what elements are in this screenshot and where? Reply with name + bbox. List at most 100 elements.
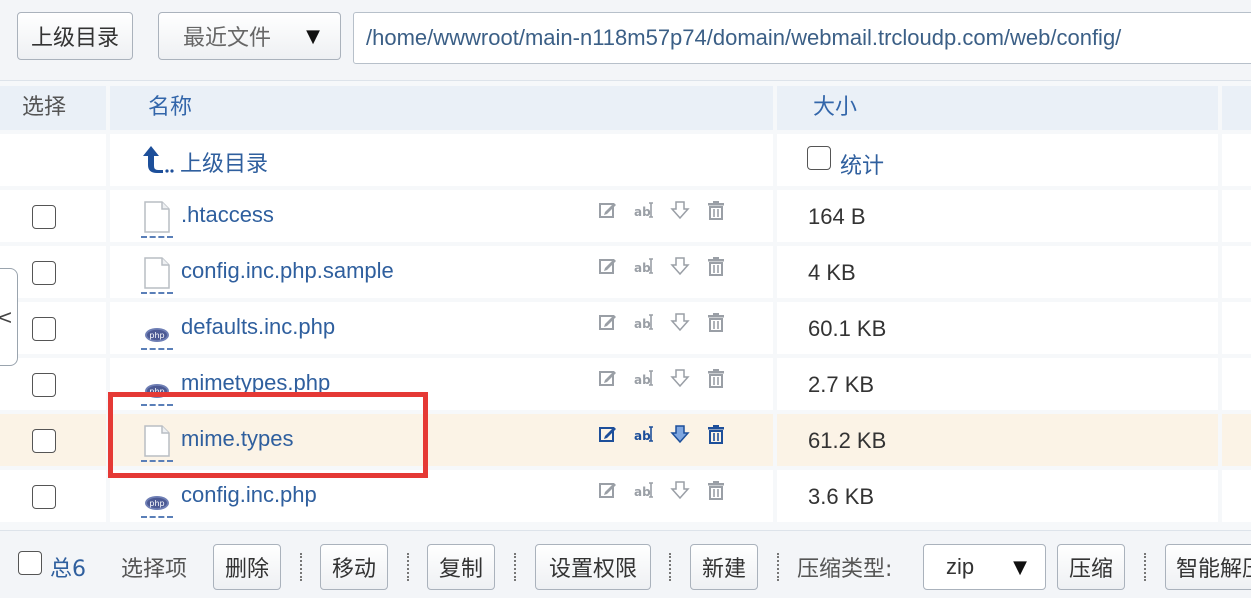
row-actions: ab <box>598 480 726 500</box>
row-actions: ab <box>598 368 726 388</box>
delete-icon[interactable] <box>706 256 726 276</box>
separator <box>777 553 779 581</box>
file-row[interactable]: php defaults.inc.php ab 60.1 KB <box>0 302 1251 358</box>
svg-text:ab: ab <box>634 205 651 219</box>
svg-text:php: php <box>149 331 164 340</box>
parent-directory-row: 上级目录 统计 <box>0 134 1251 190</box>
edit-icon[interactable] <box>598 480 618 500</box>
footer-toolbar: 总6 选择项 删除 移动 复制 设置权限 新建 压缩类型: zip ▼ 压缩 智… <box>0 530 1251 598</box>
svg-text:ab: ab <box>634 373 651 387</box>
icon-underline <box>141 292 173 294</box>
row-checkbox[interactable] <box>32 373 56 397</box>
edit-icon[interactable] <box>598 200 618 220</box>
parent-directory-link[interactable]: 上级目录 <box>180 146 268 178</box>
recent-files-label: 最近文件 <box>183 26 272 51</box>
row-actions: ab <box>598 424 726 444</box>
file-icon <box>143 201 171 233</box>
delete-icon[interactable] <box>706 312 726 332</box>
dropdown-arrow-icon: ▼ <box>1013 556 1027 578</box>
file-size: 3.6 KB <box>808 484 875 509</box>
separator <box>1144 553 1146 581</box>
file-name-link[interactable]: .htaccess <box>181 202 274 228</box>
file-size: 4 KB <box>808 260 856 285</box>
php-icon: php <box>143 481 171 513</box>
row-actions: ab <box>598 256 726 276</box>
smart-extract-label: 智能解压 <box>1176 557 1251 582</box>
path-input[interactable]: /home/wwwroot/main-n118m57p74/domain/web… <box>353 12 1251 64</box>
row-checkbox[interactable] <box>32 261 56 285</box>
delete-icon[interactable] <box>706 424 726 444</box>
separator <box>669 553 671 581</box>
rename-icon[interactable]: ab <box>634 480 654 500</box>
download-icon[interactable] <box>670 256 690 276</box>
move-button[interactable]: 移动 <box>320 544 388 590</box>
new-button[interactable]: 新建 <box>690 544 758 590</box>
up-arrow-icon[interactable] <box>141 144 175 178</box>
smart-extract-button[interactable]: 智能解压 <box>1165 544 1251 590</box>
file-name-link[interactable]: defaults.inc.php <box>181 314 335 340</box>
column-header-extra <box>1222 86 1251 130</box>
separator <box>407 553 409 581</box>
separator <box>514 553 516 581</box>
file-size: 164 B <box>808 204 866 229</box>
row-checkbox[interactable] <box>32 317 56 341</box>
rename-icon[interactable]: ab <box>634 200 654 220</box>
file-name-link[interactable]: config.inc.php.sample <box>181 258 394 284</box>
parent-directory-button[interactable]: 上级目录 <box>17 12 133 60</box>
stat-checkbox[interactable] <box>807 146 831 170</box>
php-icon: php <box>143 313 171 345</box>
compress-type-label: 压缩类型: <box>797 557 893 582</box>
total-count: 总6 <box>50 557 86 582</box>
svg-text:ab: ab <box>634 485 651 499</box>
row-checkbox[interactable] <box>32 485 56 509</box>
download-icon[interactable] <box>670 368 690 388</box>
delete-icon[interactable] <box>706 480 726 500</box>
recent-files-dropdown[interactable]: 最近文件 ▼ <box>158 12 341 60</box>
compress-type-value: zip <box>946 554 975 579</box>
stat-label: 统计 <box>840 154 885 179</box>
row-actions: ab <box>598 312 726 332</box>
file-row[interactable]: php config.inc.php ab 3.6 KB <box>0 470 1251 526</box>
delete-icon[interactable] <box>706 200 726 220</box>
delete-button[interactable]: 删除 <box>213 544 281 590</box>
edit-icon[interactable] <box>598 424 618 444</box>
delete-icon[interactable] <box>706 368 726 388</box>
row-actions: ab <box>598 200 726 220</box>
file-row[interactable]: config.inc.php.sample ab 4 KB <box>0 246 1251 302</box>
rename-icon[interactable]: ab <box>634 424 654 444</box>
svg-text:php: php <box>149 499 164 508</box>
compress-type-select[interactable]: zip ▼ <box>923 544 1046 590</box>
set-permissions-button[interactable]: 设置权限 <box>535 544 651 590</box>
edit-icon[interactable] <box>598 256 618 276</box>
collapse-sidebar-tab[interactable]: < <box>0 268 18 366</box>
download-icon[interactable] <box>670 424 690 444</box>
svg-text:ab: ab <box>634 317 651 331</box>
file-row[interactable]: .htaccess ab 164 B <box>0 190 1251 246</box>
dropdown-arrow-icon: ▼ <box>306 26 320 47</box>
download-icon[interactable] <box>670 480 690 500</box>
toolbar: 上级目录 最近文件 ▼ /home/wwwroot/main-n118m57p7… <box>0 0 1251 81</box>
rename-icon[interactable]: ab <box>634 312 654 332</box>
rename-icon[interactable]: ab <box>634 256 654 276</box>
selected-items-label: 选择项 <box>121 557 188 582</box>
compress-button[interactable]: 压缩 <box>1057 544 1125 590</box>
separator <box>300 553 302 581</box>
edit-icon[interactable] <box>598 312 618 332</box>
svg-text:ab: ab <box>634 429 651 443</box>
row-checkbox[interactable] <box>32 429 56 453</box>
row-checkbox[interactable] <box>32 205 56 229</box>
annotation-highlight-box <box>108 392 428 478</box>
column-header-name[interactable]: 名称 <box>110 86 773 130</box>
icon-underline <box>141 236 173 238</box>
download-icon[interactable] <box>670 312 690 332</box>
edit-icon[interactable] <box>598 368 618 388</box>
file-name-link[interactable]: config.inc.php <box>181 482 317 508</box>
rename-icon[interactable]: ab <box>634 368 654 388</box>
icon-underline <box>141 348 173 350</box>
column-header-size[interactable]: 大小 <box>777 86 1218 130</box>
file-icon <box>143 257 171 289</box>
svg-text:ab: ab <box>634 261 651 275</box>
copy-button[interactable]: 复制 <box>427 544 495 590</box>
select-all-checkbox[interactable] <box>18 551 42 575</box>
download-icon[interactable] <box>670 200 690 220</box>
